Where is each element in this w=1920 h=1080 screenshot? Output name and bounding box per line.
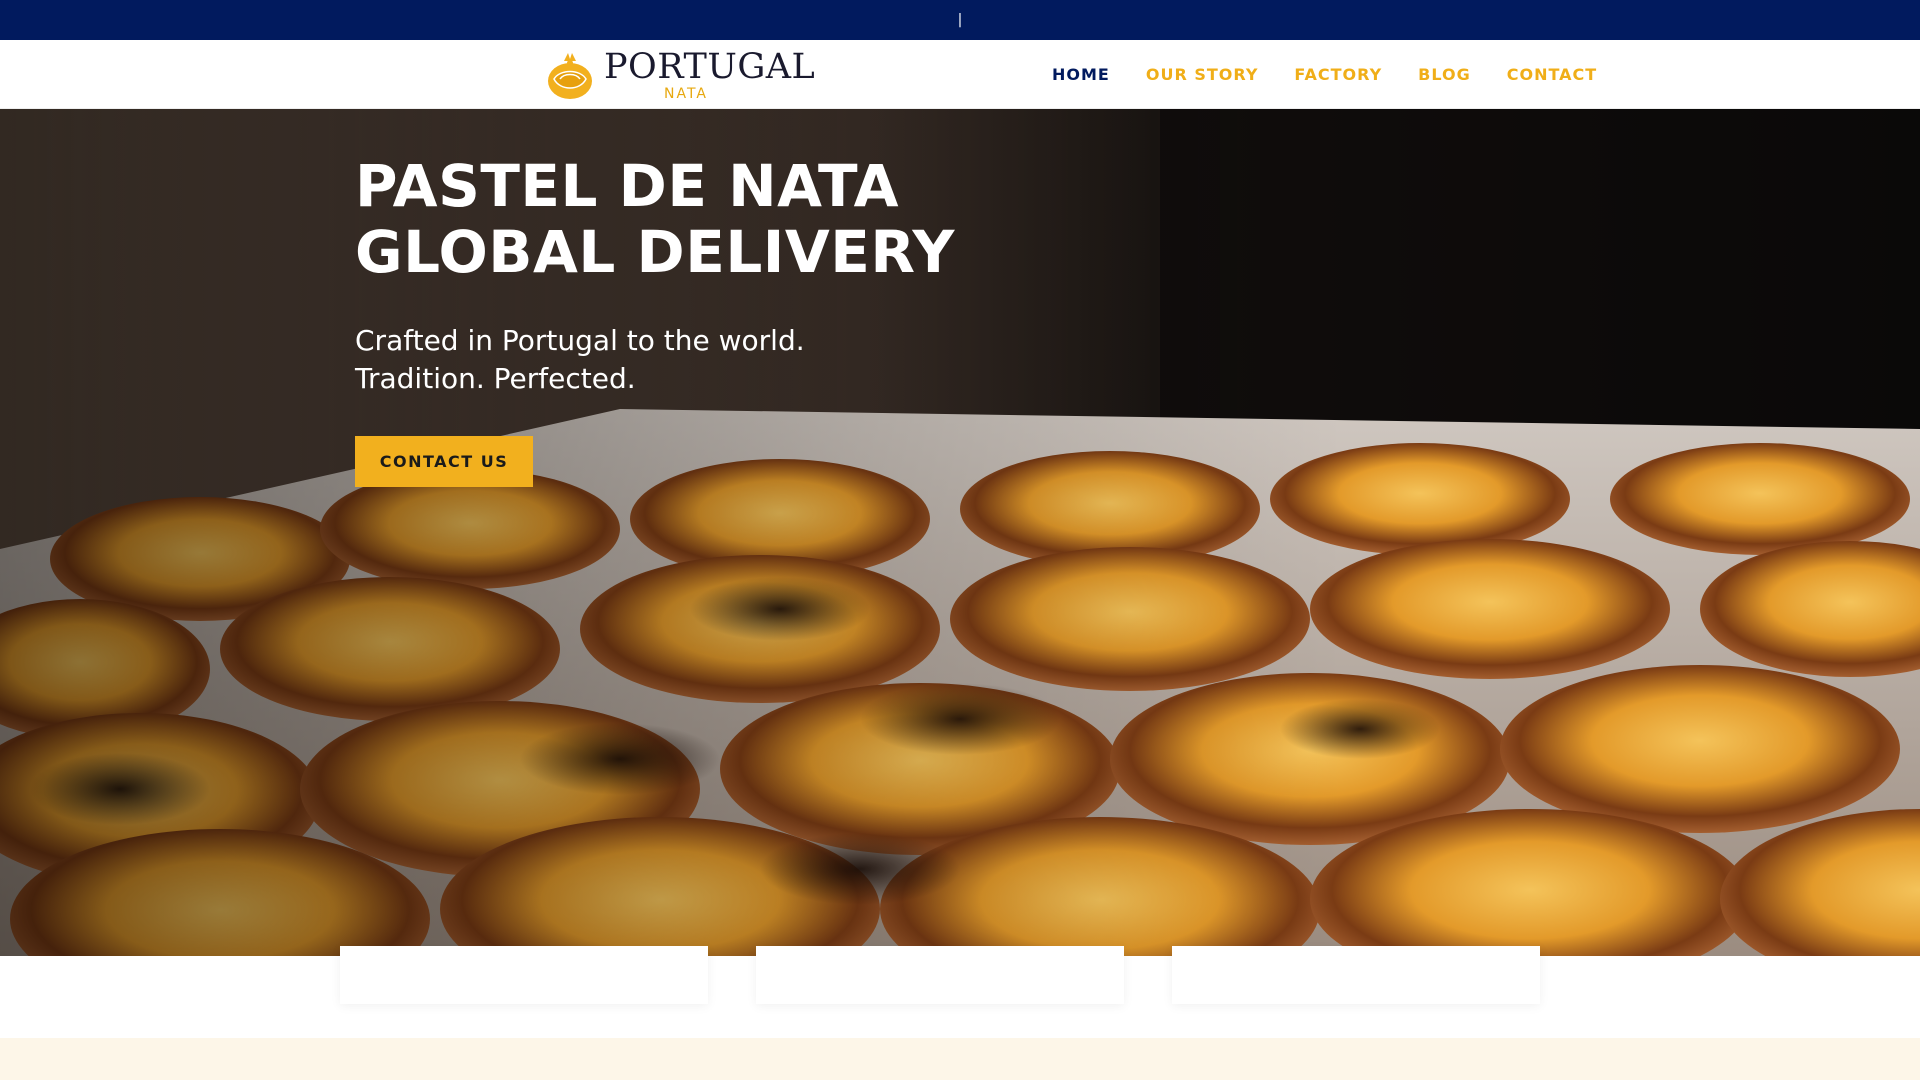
nav-item-blog[interactable]: BLOG [1418, 65, 1471, 84]
hero-section: PASTEL DE NATA GLOBAL DELIVERY Crafted i… [0, 109, 1920, 956]
logo-emblem-icon [548, 53, 592, 99]
info-strip [0, 1038, 1920, 1080]
announcement-text: | [957, 12, 963, 28]
announcement-bar: | [0, 0, 1920, 40]
brand-name: PORTUGAL [604, 46, 816, 87]
main-nav: HOME OUR STORY FACTORY BLOG CONTACT [1052, 40, 1633, 109]
nav-item-factory[interactable]: FACTORY [1294, 65, 1382, 84]
hero-title: PASTEL DE NATA GLOBAL DELIVERY [355, 152, 955, 286]
brand-sub: NATA [664, 85, 709, 102]
feature-card[interactable] [756, 946, 1124, 1004]
nav-item-home[interactable]: HOME [1052, 65, 1110, 84]
feature-card[interactable] [1172, 946, 1540, 1004]
site-logo[interactable]: PORTUGAL NATA [544, 46, 815, 104]
hero-subtitle: Crafted in Portugal to the world. Tradit… [355, 324, 805, 395]
feature-cards [0, 946, 1920, 1004]
nav-item-contact[interactable]: CONTACT [1507, 65, 1597, 84]
site-header: PORTUGAL NATA HOME OUR STORY FACTORY BLO… [0, 40, 1920, 109]
feature-card[interactable] [340, 946, 708, 1004]
contact-us-button[interactable]: CONTACT US [355, 436, 533, 487]
nav-item-our-story[interactable]: OUR STORY [1146, 65, 1259, 84]
